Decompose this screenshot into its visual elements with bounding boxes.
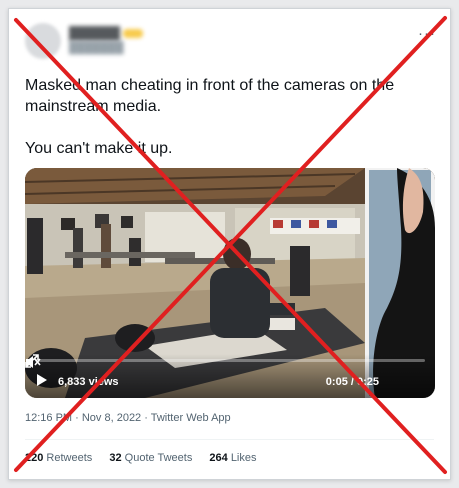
avatar[interactable]: [25, 23, 61, 59]
engagement-stats: 220 Retweets 32 Quote Tweets 264 Likes: [25, 452, 271, 464]
likes-label: Likes: [230, 452, 257, 464]
fullscreen-icon[interactable]: [25, 354, 39, 368]
retweets-count: 220: [25, 452, 44, 464]
tweet-text-line: Masked man cheating in front of the came…: [25, 77, 395, 115]
quotes-label: Quote Tweets: [124, 452, 193, 464]
retweets-stat[interactable]: 220 Retweets: [25, 452, 92, 464]
divider: [25, 439, 434, 440]
user-display-name[interactable]: ██████: [69, 26, 144, 40]
quotes-count: 32: [109, 452, 122, 464]
video-controls: 6,833 views 0:05 / 0:25: [25, 354, 435, 398]
tweet-card: ██████ ███████ ··· Masked man cheating i…: [8, 8, 451, 480]
user-handle[interactable]: ███████: [69, 42, 124, 54]
likes-stat[interactable]: 264 Likes: [209, 452, 256, 464]
video-time: 0:05 / 0:25: [325, 376, 379, 388]
play-icon[interactable]: [37, 374, 47, 386]
likes-count: 264: [209, 452, 228, 464]
video-views: 6,833 views: [58, 376, 119, 388]
video-player[interactable]: 6,833 views 0:05 / 0:25: [25, 168, 435, 398]
more-options-icon[interactable]: ···: [418, 25, 436, 42]
tweet-text-line: You can't make it up.: [25, 140, 173, 157]
video-progress-bar[interactable]: [35, 359, 425, 362]
quote-tweets-stat[interactable]: 32 Quote Tweets: [109, 452, 192, 464]
tweet-timestamp[interactable]: 12:16 PM · Nov 8, 2022 · Twitter Web App: [25, 412, 231, 424]
retweets-label: Retweets: [46, 452, 93, 464]
tweet-text: Masked man cheating in front of the came…: [25, 75, 435, 180]
